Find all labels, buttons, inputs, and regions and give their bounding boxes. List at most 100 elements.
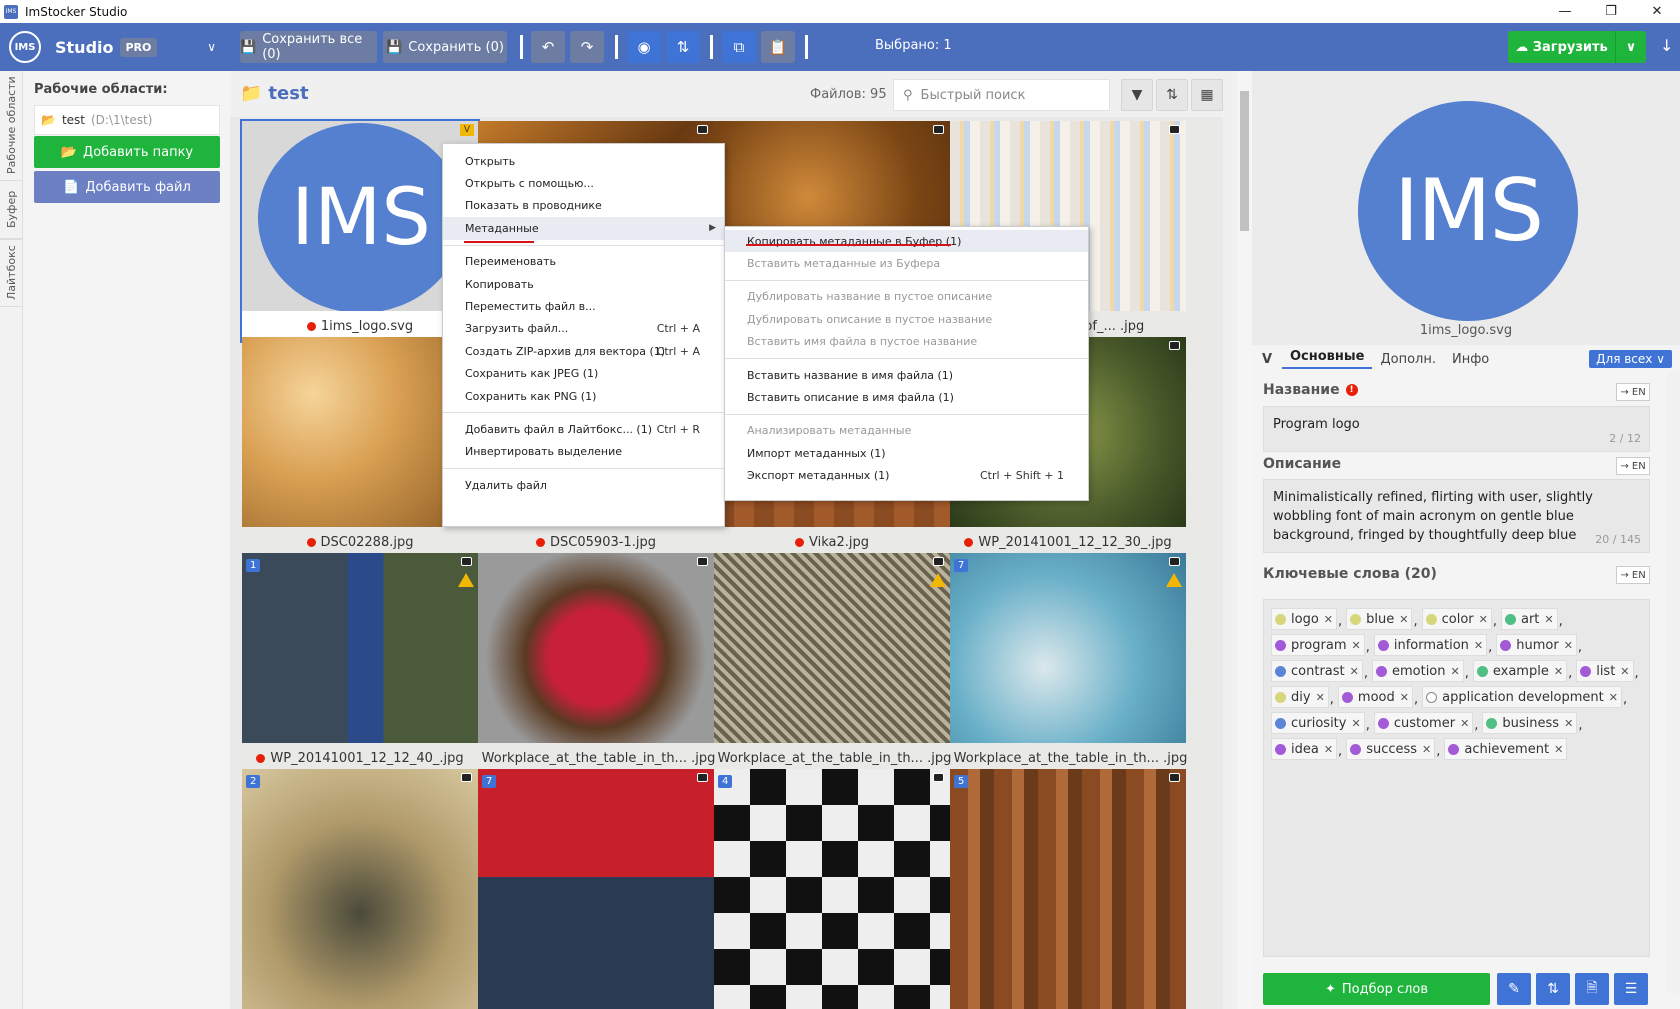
description-field[interactable]: Minimalistically refined, flirting with … xyxy=(1263,479,1650,553)
remove-keyword-icon[interactable]: ✕ xyxy=(1479,613,1488,626)
tab-info[interactable]: Инфо xyxy=(1444,352,1497,367)
keyword-chip[interactable]: achievement ✕ xyxy=(1444,738,1568,760)
keyword-chip[interactable]: application development ✕ xyxy=(1422,686,1622,708)
scroll-thumb[interactable] xyxy=(1240,91,1249,231)
thumbnail-tile[interactable]: 7 Workplace_at_the_table_in_th... .jpg xyxy=(950,553,1187,773)
remove-keyword-icon[interactable]: ✕ xyxy=(1324,613,1333,626)
keyword-chip[interactable]: art ✕ xyxy=(1500,608,1558,630)
thumbnail-tile[interactable]: Workplace_at_the_table_in_th... .jpg xyxy=(714,553,951,773)
keyword-chip[interactable]: idea ✕ xyxy=(1271,738,1338,760)
remove-keyword-icon[interactable]: ✕ xyxy=(1474,639,1483,652)
keyword-chip[interactable]: color ✕ xyxy=(1421,608,1492,630)
keyword-chip[interactable]: blue ✕ xyxy=(1346,608,1413,630)
thumbnail-tile[interactable]: 5 xyxy=(950,769,1186,1009)
word-export-button[interactable]: 🗎 xyxy=(1575,973,1609,1005)
search-input[interactable]: ⚲ Быстрый поиск xyxy=(893,79,1110,111)
pick-words-button[interactable]: ✦ Подбор слов xyxy=(1263,973,1490,1005)
submenu-item-analyze[interactable]: Анализировать метаданные xyxy=(725,420,1088,442)
remove-keyword-icon[interactable]: ✕ xyxy=(1351,717,1360,730)
sort-keywords-button[interactable]: ⇅ xyxy=(1536,973,1570,1005)
remove-keyword-icon[interactable]: ✕ xyxy=(1620,665,1629,678)
submenu-item-export[interactable]: Экспорт метаданных (1) Ctrl + Shift + 1 xyxy=(725,465,1088,487)
paste-button[interactable]: 📋 xyxy=(761,31,795,63)
add-file-button[interactable]: 📄 Добавить файл xyxy=(34,171,220,203)
thumbnail-tile[interactable]: 1 WP_20141001_12_12_40_.jpg xyxy=(242,553,478,773)
chevron-down-icon[interactable]: ∨ xyxy=(1616,40,1646,55)
menu-item-rename[interactable]: Переименовать xyxy=(443,251,724,273)
grid-view-button[interactable]: ▦ xyxy=(1191,79,1223,111)
sort-button[interactable]: ⇅ xyxy=(1156,79,1188,111)
menu-item-add-lightbox[interactable]: Добавить файл в Лайтбокс... (1) Ctrl + R xyxy=(443,418,724,440)
menu-item-zip[interactable]: Создать ZIP-архив для вектора (1) Ctrl + … xyxy=(443,340,724,362)
submenu-item-import[interactable]: Импорт метаданных (1) xyxy=(725,442,1088,464)
for-all-dropdown[interactable]: Для всех ∨ xyxy=(1589,350,1672,368)
title-field[interactable]: Program logo 2 / 12 xyxy=(1263,406,1650,452)
remove-keyword-icon[interactable]: ✕ xyxy=(1451,665,1460,678)
menu-item-delete[interactable]: Удалить файл xyxy=(443,474,724,496)
filter-button[interactable]: ▼ xyxy=(1121,79,1153,111)
grid-scrollbar[interactable] xyxy=(1237,71,1252,1009)
remove-keyword-icon[interactable]: ✕ xyxy=(1554,665,1563,678)
remove-keyword-icon[interactable]: ✕ xyxy=(1554,743,1563,756)
menu-item-open-with[interactable]: Открыть с помощью... xyxy=(443,172,724,194)
keyword-chip[interactable]: example ✕ xyxy=(1472,660,1568,682)
menu-item-invert-selection[interactable]: Инвертировать выделение xyxy=(443,441,724,463)
thumbnail-tile[interactable]: 2 xyxy=(242,769,478,1009)
close-button[interactable]: ✕ xyxy=(1634,0,1680,23)
remove-keyword-icon[interactable]: ✕ xyxy=(1564,639,1573,652)
keyword-chip[interactable]: emotion ✕ xyxy=(1371,660,1464,682)
minimize-button[interactable]: — xyxy=(1542,0,1588,23)
submenu-item-title-to-filename[interactable]: Вставить название в имя файла (1) xyxy=(725,364,1088,386)
tab-lightbox[interactable]: Лайтбокс xyxy=(0,239,23,307)
thumbnail-tile[interactable]: Workplace_at_the_table_in_th... .jpg xyxy=(478,553,715,773)
workspace-item[interactable]: 📂 test (D:\1\test) xyxy=(34,105,220,135)
remove-keyword-icon[interactable]: ✕ xyxy=(1460,717,1469,730)
tab-main[interactable]: Основные xyxy=(1282,349,1373,369)
sort-az-button[interactable]: ⇅ xyxy=(666,31,700,63)
panel-scrollbar[interactable] xyxy=(1667,373,1680,993)
menu-item-copy[interactable]: Копировать xyxy=(443,273,724,295)
submenu-item-copy-metadata[interactable]: Копировать метаданные в Буфер (1) xyxy=(725,230,1088,253)
menu-item-move[interactable]: Переместить файл в... xyxy=(443,295,724,317)
remove-keyword-icon[interactable]: ✕ xyxy=(1564,717,1573,730)
menu-item-metadata[interactable]: Метаданные ▶ xyxy=(443,217,724,240)
keyword-chip[interactable]: humor ✕ xyxy=(1496,634,1577,656)
keyword-chip[interactable]: mood ✕ xyxy=(1337,686,1413,708)
keyword-chip[interactable]: curiosity ✕ xyxy=(1271,712,1365,734)
menu-item-save-jpeg[interactable]: Сохранить как JPEG (1) xyxy=(443,363,724,385)
tab-buffer[interactable]: Буфер xyxy=(0,181,23,239)
remove-keyword-icon[interactable]: ✕ xyxy=(1544,613,1553,626)
undo-button[interactable]: ↶ xyxy=(531,31,565,63)
keyword-chip[interactable]: program ✕ xyxy=(1271,634,1365,656)
remove-keyword-icon[interactable]: ✕ xyxy=(1399,613,1408,626)
keywords-field[interactable]: logo ✕, blue ✕, color ✕, art ✕, program ✕, informa… xyxy=(1263,599,1650,957)
tab-extra[interactable]: Дополн. xyxy=(1372,352,1444,367)
save-all-button[interactable]: 💾 Сохранить все (0) xyxy=(240,31,377,63)
menu-button[interactable]: ☰ xyxy=(1614,973,1648,1005)
keyword-chip[interactable]: business ✕ xyxy=(1482,712,1578,734)
keyword-chip[interactable]: information ✕ xyxy=(1373,634,1488,656)
keyword-chip[interactable]: customer ✕ xyxy=(1373,712,1474,734)
save-button[interactable]: 💾 Сохранить (0) xyxy=(383,31,507,63)
keyword-chip[interactable]: logo ✕ xyxy=(1271,608,1337,630)
thumbnail-tile[interactable]: 7 xyxy=(478,769,714,1009)
keyword-chip[interactable]: diy ✕ xyxy=(1271,686,1329,708)
redo-button[interactable]: ↷ xyxy=(570,31,604,63)
translate-title-button[interactable]: → EN xyxy=(1616,383,1650,401)
remove-keyword-icon[interactable]: ✕ xyxy=(1352,639,1361,652)
remove-keyword-icon[interactable]: ✕ xyxy=(1350,665,1359,678)
submenu-item-dup-desc[interactable]: Дублировать описание в пустое название xyxy=(725,308,1088,330)
remove-keyword-icon[interactable]: ✕ xyxy=(1324,743,1333,756)
translate-keywords-button[interactable]: → EN xyxy=(1616,566,1650,584)
binoculars-button[interactable]: ◉ xyxy=(627,31,661,63)
remove-keyword-icon[interactable]: ✕ xyxy=(1316,691,1325,704)
menu-item-save-png[interactable]: Сохранить как PNG (1) xyxy=(443,385,724,407)
submenu-item-paste-metadata[interactable]: Вставить метаданные из Буфера xyxy=(725,252,1088,274)
menu-item-upload[interactable]: Загрузить файл... Ctrl + A xyxy=(443,318,724,340)
remove-keyword-icon[interactable]: ✕ xyxy=(1609,691,1618,704)
copy-button[interactable]: ⧉ xyxy=(722,31,756,63)
edit-button[interactable]: ✎ xyxy=(1497,973,1531,1005)
keyword-chip[interactable]: contrast ✕ xyxy=(1271,660,1363,682)
tab-workspaces[interactable]: Рабочие области xyxy=(0,71,23,181)
submenu-item-desc-to-filename[interactable]: Вставить описание в имя файла (1) xyxy=(725,386,1088,408)
